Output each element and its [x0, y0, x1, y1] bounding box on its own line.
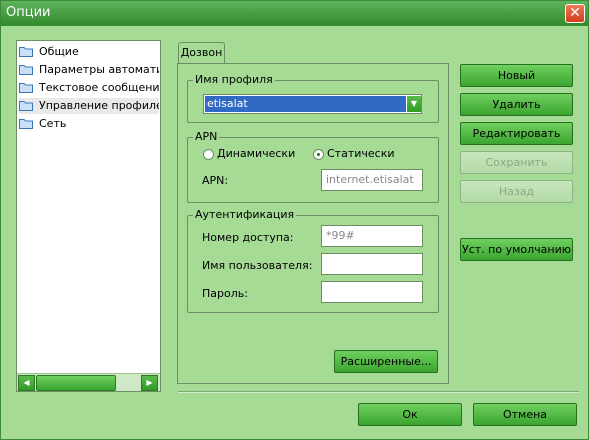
tree-item-label: Управление профилем	[39, 99, 159, 112]
username-field[interactable]	[321, 253, 423, 275]
delete-button[interactable]: Удалить	[460, 93, 573, 116]
options-window: Опции ✕ Общие Параметры автоматического …	[0, 0, 589, 440]
access-number-field[interactable]: *99#	[321, 225, 423, 247]
tree-item-label: Текстовое сообщение	[39, 81, 159, 94]
close-icon: ✕	[569, 5, 581, 21]
password-field[interactable]	[321, 281, 423, 303]
folder-icon	[19, 101, 33, 111]
chevron-down-icon: ▼	[410, 99, 418, 108]
tree-item-label: Общие	[39, 45, 79, 58]
tree-horizontal-scrollbar[interactable]: ◀ ▶	[17, 373, 160, 391]
profile-select[interactable]: etisalat ▼	[203, 94, 422, 114]
back-button[interactable]: Назад	[460, 180, 573, 203]
tree-item-text-message[interactable]: Текстовое сообщение	[19, 80, 159, 96]
ok-button[interactable]: Ок	[358, 403, 462, 426]
tree-item-general[interactable]: Общие	[19, 44, 159, 60]
apn-field[interactable]: internet.etisalat	[321, 169, 423, 191]
advanced-button[interactable]: Расширенные...	[334, 350, 438, 373]
arrow-right-icon: ▶	[146, 378, 153, 387]
defaults-button[interactable]: Уст. по умолчанию	[460, 238, 573, 261]
group-label: APN	[193, 130, 220, 144]
tree-item-label: Сеть	[39, 117, 67, 130]
radio-static-label: Статически	[327, 147, 395, 160]
new-button[interactable]: Новый	[460, 64, 573, 87]
scroll-left-button[interactable]: ◀	[18, 375, 35, 391]
folder-icon	[19, 65, 33, 75]
tree-item-network[interactable]: Сеть	[19, 116, 159, 132]
group-label: Аутентификация	[193, 208, 297, 222]
username-label: Имя пользователя:	[202, 259, 313, 272]
save-button[interactable]: Сохранить	[460, 151, 573, 174]
tab-label: Дозвон	[180, 46, 223, 59]
title-bar[interactable]: Опции ✕	[1, 1, 588, 26]
tree-item-label: Параметры автоматического	[39, 63, 159, 76]
close-button[interactable]: ✕	[565, 4, 585, 23]
folder-icon	[19, 83, 33, 93]
cancel-button[interactable]: Отмена	[473, 403, 577, 426]
dropdown-arrow-icon[interactable]: ▼	[407, 96, 421, 112]
password-label: Пароль:	[202, 287, 248, 300]
window-title: Опции	[6, 5, 51, 20]
group-label: Имя профиля	[193, 73, 275, 87]
radio-static[interactable]	[313, 149, 324, 160]
radio-dynamic[interactable]	[203, 149, 214, 160]
folder-icon	[19, 47, 33, 57]
edit-button[interactable]: Редактировать	[460, 122, 573, 145]
radio-dynamic-label: Динамически	[217, 147, 296, 160]
folder-icon	[19, 119, 33, 129]
scroll-right-button[interactable]: ▶	[141, 375, 158, 391]
options-tree: Общие Параметры автоматического Текстово…	[16, 40, 161, 392]
tree-item-auto-params[interactable]: Параметры автоматического	[19, 62, 159, 78]
tree-item-profile-management[interactable]: Управление профилем	[19, 98, 159, 114]
footer-separator	[178, 391, 579, 393]
arrow-left-icon: ◀	[23, 378, 30, 387]
apn-label: APN:	[202, 174, 229, 187]
tab-dialup[interactable]: Дозвон	[178, 42, 225, 64]
profile-select-value: etisalat	[205, 96, 406, 112]
access-number-label: Номер доступа:	[202, 231, 294, 244]
scroll-thumb[interactable]	[36, 375, 116, 391]
